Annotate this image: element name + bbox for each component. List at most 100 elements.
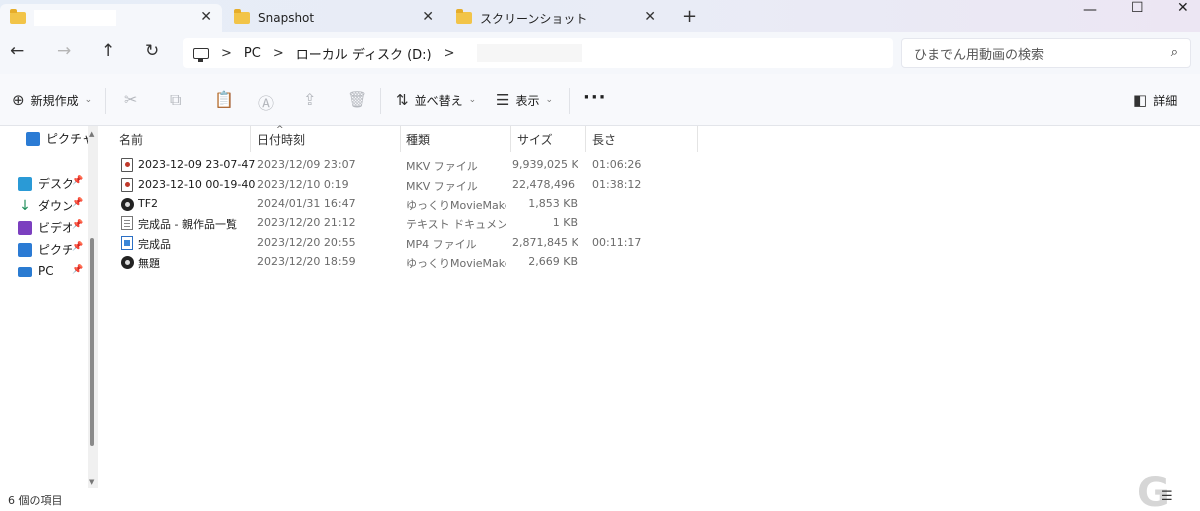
- file-name: 無題: [138, 257, 160, 270]
- tab-snapshot[interactable]: Snapshot ✕: [224, 4, 444, 32]
- tab-title: [34, 10, 116, 26]
- breadcrumb-drive[interactable]: ローカル ディスク (D:): [296, 44, 432, 63]
- details-pane-button[interactable]: ◧ 詳細: [1133, 91, 1177, 109]
- status-bar: 6 個の項目: [0, 488, 1200, 511]
- minimize-button[interactable]: —: [1083, 2, 1097, 18]
- pin-icon: 📌: [72, 176, 84, 186]
- file-row[interactable]: 2023-12-09 23-07-47 2023/12/09 23:07 MKV…: [100, 155, 1200, 175]
- divider: [569, 88, 570, 114]
- sidebar-item-pc[interactable]: PC 📌: [18, 264, 83, 278]
- sidebar-item-label: ピクチャ: [38, 243, 72, 257]
- column-header-length[interactable]: 長さ: [592, 131, 616, 148]
- file-size: 22,478,496 ...: [512, 178, 578, 191]
- sort-label: 並べ替え: [414, 93, 463, 108]
- column-divider[interactable]: [250, 126, 251, 152]
- file-row[interactable]: 完成品 2023/12/20 20:55 MP4 ファイル 2,871,845 …: [100, 233, 1200, 253]
- file-row[interactable]: 完成品 - 親作品一覧 2023/12/20 21:12 テキスト ドキュメント…: [100, 213, 1200, 233]
- file-row[interactable]: TF2 2024/01/31 16:47 ゆっくりMovieMake... 1,…: [100, 194, 1200, 214]
- sidebar-item-desktop[interactable]: デスクトップ 📌: [18, 175, 83, 192]
- breadcrumb-chevron-icon[interactable]: >: [221, 46, 232, 61]
- file-row[interactable]: 無題 2023/12/20 18:59 ゆっくりMovieMake... 2,6…: [100, 252, 1200, 272]
- copy-icon[interactable]: ⧉: [170, 90, 181, 110]
- file-size: 2,669 KB: [528, 255, 578, 268]
- details-pane-icon: ◧: [1133, 91, 1148, 109]
- tab-current-folder[interactable]: ✕: [0, 4, 222, 32]
- pin-icon: 📌: [72, 265, 84, 275]
- more-options-button[interactable]: ···: [583, 87, 607, 108]
- scroll-up-arrow-icon[interactable]: ▲: [89, 130, 94, 138]
- file-row[interactable]: 2023-12-10 00-19-40 2023/12/10 0:19 MKV …: [100, 175, 1200, 195]
- close-tab-icon[interactable]: ✕: [200, 9, 212, 25]
- column-divider[interactable]: [697, 126, 698, 152]
- paste-icon[interactable]: 📋: [214, 90, 234, 109]
- file-type: ゆっくりMovieMake...: [406, 257, 506, 270]
- new-item-button[interactable]: ⊕ 新規作成 ⌄: [12, 91, 92, 109]
- view-button[interactable]: ☰ 表示 ⌄: [496, 91, 553, 109]
- new-tab-button[interactable]: +: [682, 6, 697, 27]
- sidebar-item-downloads[interactable]: ↓ ダウンロード 📌: [18, 197, 83, 214]
- forward-button[interactable]: →: [57, 41, 71, 61]
- close-tab-icon[interactable]: ✕: [644, 9, 656, 25]
- divider: [380, 88, 381, 114]
- refresh-button[interactable]: ↻: [145, 41, 159, 61]
- sidebar-item-pictures[interactable]: ピクチャ: [26, 130, 94, 147]
- rename-icon[interactable]: Ⓐ: [258, 90, 274, 114]
- item-count: 6 個の項目: [8, 494, 63, 507]
- search-placeholder: ひまでん用動画の検索: [914, 47, 1045, 63]
- sidebar-scroll-thumb[interactable]: [90, 238, 94, 446]
- up-button[interactable]: ↑: [101, 41, 115, 61]
- breadcrumb-chevron-icon[interactable]: >: [444, 46, 455, 61]
- file-name: TF2: [138, 197, 159, 210]
- close-window-button[interactable]: ✕: [1177, 0, 1189, 16]
- close-tab-icon[interactable]: ✕: [422, 9, 434, 25]
- ymm-project-icon: [121, 198, 134, 211]
- mp4-file-icon: [121, 236, 133, 250]
- details-view-icon[interactable]: ☰: [1161, 489, 1173, 504]
- column-divider[interactable]: [585, 126, 586, 152]
- column-header-size[interactable]: サイズ: [517, 131, 553, 148]
- delete-icon[interactable]: 🗑: [347, 90, 367, 109]
- plus-circle-icon: ⊕: [12, 91, 25, 109]
- file-name: 完成品 - 親作品一覧: [138, 218, 237, 231]
- pictures-icon: [26, 131, 40, 146]
- scroll-down-arrow-icon[interactable]: ▼: [89, 478, 94, 486]
- file-size: 1,853 KB: [528, 197, 578, 210]
- sort-icon: ⇅: [396, 91, 409, 109]
- pictures-icon: [18, 242, 32, 257]
- cut-icon[interactable]: ✂: [124, 90, 137, 109]
- file-date: 2023/12/20 21:12: [257, 216, 356, 229]
- breadcrumb-redacted: [476, 44, 582, 62]
- sidebar-item-pictures-pinned[interactable]: ピクチャ 📌: [18, 241, 83, 258]
- file-name: 2023-12-10 00-19-40: [138, 178, 256, 191]
- address-bar[interactable]: > PC > ローカル ディスク (D:) >: [183, 38, 893, 68]
- back-button[interactable]: ←: [10, 41, 24, 61]
- maximize-button[interactable]: ☐: [1131, 0, 1144, 16]
- search-icon[interactable]: ⌕: [1171, 45, 1178, 60]
- breadcrumb-pc[interactable]: PC: [244, 46, 261, 61]
- sidebar-item-label: ピクチャ: [46, 132, 94, 146]
- command-bar: ⊕ 新規作成 ⌄ ✂ ⧉ 📋 Ⓐ ⇪ 🗑 ⇅ 並べ替え ⌄ ☰ 表示 ⌄ ···…: [0, 74, 1200, 126]
- column-divider[interactable]: [400, 126, 401, 152]
- column-header-type[interactable]: 種類: [406, 131, 430, 148]
- file-name: 2023-12-09 23-07-47: [138, 158, 256, 171]
- text-file-icon: [121, 216, 133, 230]
- column-header-date[interactable]: 日付時刻: [257, 131, 305, 148]
- file-date: 2023/12/20 20:55: [257, 236, 356, 249]
- column-divider[interactable]: [510, 126, 511, 152]
- folder-icon: [456, 9, 472, 24]
- file-length: 00:11:17: [592, 236, 642, 249]
- share-icon[interactable]: ⇪: [303, 90, 316, 109]
- sidebar-item-videos[interactable]: ビデオ 📌: [18, 219, 83, 236]
- tab-screenshot[interactable]: スクリーンショット ✕: [446, 4, 666, 32]
- pc-icon: [18, 267, 32, 277]
- breadcrumb-chevron-icon[interactable]: >: [273, 46, 284, 61]
- search-input[interactable]: ひまでん用動画の検索 ⌕: [901, 38, 1191, 68]
- chevron-down-icon: ⌄: [84, 95, 93, 105]
- file-size: 1 KB: [552, 216, 578, 229]
- sidebar-item-label: ダウンロード: [38, 199, 72, 213]
- column-header-name[interactable]: 名前: [119, 131, 143, 148]
- chevron-down-icon: ⌄: [545, 95, 554, 105]
- file-type: ゆっくりMovieMake...: [406, 199, 506, 212]
- video-file-icon: [121, 158, 133, 172]
- sort-button[interactable]: ⇅ 並べ替え ⌄: [396, 91, 476, 109]
